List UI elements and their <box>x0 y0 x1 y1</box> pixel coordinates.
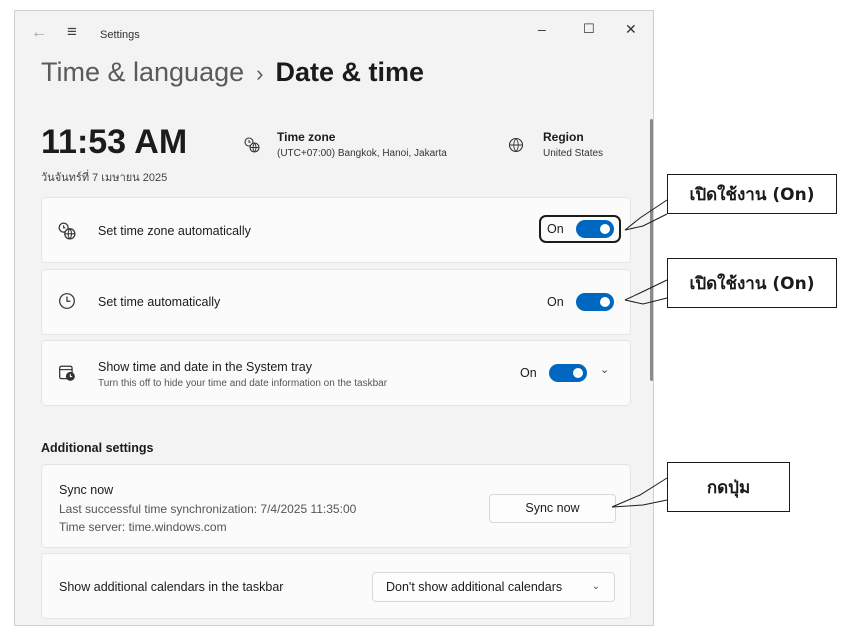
sync-card: Sync now Last successful time synchroniz… <box>41 464 631 548</box>
time-zone-label[interactable]: Time zone <box>277 130 335 144</box>
region-value: United States <box>543 148 604 159</box>
toggle-switch[interactable] <box>575 220 614 238</box>
calendars-card: Show additional calendars in the taskbar… <box>41 553 631 619</box>
toggle-system-tray[interactable]: On <box>520 364 587 382</box>
maximize-icon[interactable]: ☐ <box>583 21 595 37</box>
last-sync-text: Last successful time synchronization: 7/… <box>59 502 357 516</box>
breadcrumb-separator-icon: › <box>256 61 264 86</box>
time-server-text: Time server: time.windows.com <box>59 520 227 534</box>
toggle-auto-timezone[interactable]: On <box>539 215 621 243</box>
toggle-state: On <box>547 222 564 236</box>
chevron-down-icon[interactable]: ⌄ <box>600 363 609 376</box>
calendars-label: Show additional calendars in the taskbar <box>59 580 284 594</box>
globe-clock-icon <box>58 222 76 245</box>
current-time: 11:53 AM <box>41 123 188 161</box>
title-bar: ← ≡ Settings – ☐ ✕ <box>15 11 653 57</box>
dropdown-value: Don't show additional calendars <box>386 580 563 594</box>
page-title: Date & time <box>275 57 424 87</box>
hamburger-menu-icon[interactable]: ≡ <box>67 22 77 42</box>
calendar-clock-icon <box>58 364 76 387</box>
minimize-icon[interactable]: – <box>538 21 546 37</box>
setting-label: Set time zone automatically <box>98 224 251 238</box>
chevron-down-icon: ⌄ <box>591 581 600 592</box>
callout-toggle-timezone: เปิดใช้งาน (On) <box>667 174 837 214</box>
setting-label: Show time and date in the System tray <box>98 360 312 374</box>
setting-card-auto-timezone: Set time zone automatically On <box>41 197 631 263</box>
close-icon[interactable]: ✕ <box>625 21 637 38</box>
setting-card-auto-time: Set time automatically On <box>41 269 631 335</box>
toggle-state: On <box>520 366 537 380</box>
breadcrumb: Time & language › Date & time <box>41 57 424 88</box>
time-zone-value: (UTC+07:00) Bangkok, Hanoi, Jakarta <box>277 148 447 159</box>
globe-clock-icon <box>244 137 260 156</box>
callout-sync-button: กดปุ่ม <box>667 462 790 512</box>
calendars-dropdown[interactable]: Don't show additional calendars ⌄ <box>372 572 615 602</box>
setting-card-system-tray: Show time and date in the System tray Tu… <box>41 340 631 406</box>
section-heading: Additional settings <box>41 441 154 455</box>
toggle-switch[interactable] <box>575 293 614 311</box>
current-date: วันจันทร์ที่ 7 เมษายน 2025 <box>41 172 168 184</box>
toggle-auto-time[interactable]: On <box>547 293 614 311</box>
scrollbar[interactable] <box>650 119 653 381</box>
sync-now-button[interactable]: Sync now <box>489 494 616 523</box>
clock-icon <box>58 292 76 315</box>
toggle-switch[interactable] <box>548 364 587 382</box>
settings-window: ← ≡ Settings – ☐ ✕ Time & language › Date … <box>14 10 654 626</box>
callout-toggle-time: เปิดใช้งาน (On) <box>667 258 837 308</box>
setting-label: Set time automatically <box>98 295 221 309</box>
toggle-state: On <box>547 295 564 309</box>
back-arrow-icon[interactable]: ← <box>31 24 47 42</box>
app-title: Settings <box>100 29 140 41</box>
globe-icon <box>508 137 524 158</box>
region-label[interactable]: Region <box>543 130 584 144</box>
setting-description: Turn this off to hide your time and date… <box>98 378 388 389</box>
breadcrumb-parent[interactable]: Time & language <box>41 57 244 87</box>
sync-title: Sync now <box>59 483 114 497</box>
